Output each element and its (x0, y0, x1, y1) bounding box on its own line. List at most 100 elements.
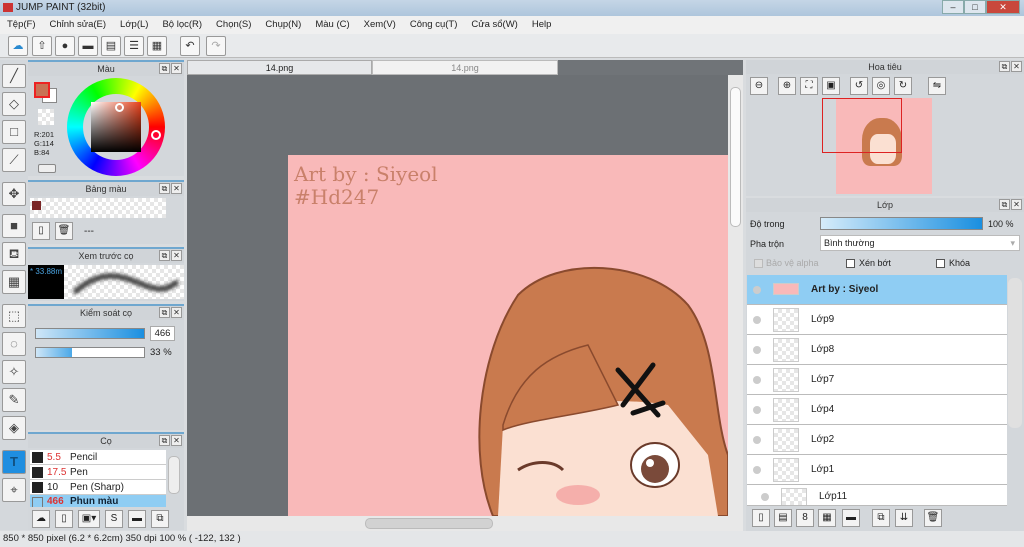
duplicate-icon[interactable]: ⧉ (151, 510, 169, 528)
comment-icon[interactable]: ▬ (78, 36, 98, 56)
tab-14-png[interactable]: 14.png (187, 60, 372, 75)
layer-row[interactable]: Lớp4 (747, 395, 1007, 425)
menu-layer[interactable]: Lớp(L) (113, 16, 155, 34)
visibility-icon[interactable] (753, 316, 761, 324)
brush-item-selected[interactable]: 466 Phun màu (30, 495, 166, 507)
brush-item[interactable]: 10 Pen (Sharp) (30, 480, 166, 495)
hue-cursor[interactable] (151, 130, 161, 140)
new-folder-icon[interactable]: ▬ (842, 509, 860, 527)
eraser-tool-icon[interactable]: ◇ (2, 92, 26, 116)
duplicate-layer-icon[interactable]: ⧉ (872, 509, 890, 527)
brush-list-scrollbar[interactable] (168, 456, 180, 494)
brush-opacity-slider[interactable] (35, 347, 145, 358)
menu-view[interactable]: Xem(V) (357, 16, 403, 34)
close-icon[interactable]: ✕ (1011, 61, 1022, 72)
undock-icon[interactable]: ⧉ (159, 435, 170, 446)
sv-cursor[interactable] (115, 103, 124, 112)
layer-row[interactable]: Lớp11 (747, 485, 1007, 506)
merge-layer-icon[interactable]: ⇊ (895, 509, 913, 527)
zoom-out-icon[interactable]: ⊖ (750, 77, 768, 95)
layer-row[interactable]: Lớp8 (747, 335, 1007, 365)
transparent-swatch[interactable] (38, 109, 54, 125)
palette-swatches[interactable] (30, 198, 166, 218)
lasso-tool-icon[interactable]: ◌ (2, 332, 26, 356)
artwork-canvas[interactable]: Art by : Siyeol #Hd247 (288, 155, 728, 516)
vertical-scrollbar[interactable] (728, 75, 743, 516)
menu-capture[interactable]: Chụp(N) (258, 16, 308, 34)
operation-tool-icon[interactable]: ⌖ (2, 478, 26, 502)
bucket-tool-icon[interactable]: ⛾ (2, 242, 26, 266)
visibility-icon[interactable] (761, 493, 769, 501)
undock-icon[interactable]: ⧉ (999, 199, 1010, 210)
new-swatch-icon[interactable]: ▯ (32, 222, 50, 240)
navigator-preview[interactable] (822, 98, 932, 194)
layer-list-scrollbar[interactable] (1008, 278, 1022, 428)
visibility-icon[interactable] (753, 376, 761, 384)
new-brush-icon[interactable]: ▯ (55, 510, 73, 528)
gradient-tool-icon[interactable]: ▦ (2, 270, 26, 294)
actual-size-icon[interactable]: ▣ (822, 77, 840, 95)
vertical-scroll-thumb[interactable] (730, 87, 741, 227)
menu-window[interactable]: Cửa sổ(W) (464, 16, 524, 34)
rotate-left-icon[interactable]: ↺ (850, 77, 868, 95)
maximize-button[interactable]: □ (964, 0, 986, 14)
layer-row[interactable]: Lớp9 (747, 305, 1007, 335)
close-icon[interactable]: ✕ (171, 307, 182, 318)
close-button[interactable]: ✕ (986, 0, 1020, 14)
foreground-color-swatch[interactable] (34, 82, 50, 98)
close-icon[interactable]: ✕ (171, 250, 182, 261)
select-eraser-tool-icon[interactable]: ◈ (2, 416, 26, 440)
select-rect-tool-icon[interactable]: ⬚ (2, 304, 26, 328)
undo-icon[interactable]: ↶ (180, 36, 200, 56)
cloud-download-icon[interactable]: ☁ (32, 510, 50, 528)
visibility-icon[interactable] (753, 286, 761, 294)
brush-type-dropdown-icon[interactable]: ▣▾ (78, 510, 100, 528)
lock-checkbox[interactable] (936, 259, 945, 268)
redo-icon[interactable]: ↷ (206, 36, 226, 56)
share-icon[interactable]: ⇧ (32, 36, 52, 56)
tab-14-png-2[interactable]: 14.png (372, 60, 558, 75)
select-pen-tool-icon[interactable]: ✎ (2, 388, 26, 412)
zoom-in-icon[interactable]: ⊕ (778, 77, 796, 95)
close-icon[interactable]: ✕ (171, 63, 182, 74)
palette-swatch[interactable] (32, 201, 41, 210)
line-tool-icon[interactable]: ⟋ (2, 148, 26, 172)
layer-row[interactable]: Lớp2 (747, 425, 1007, 455)
horizontal-scrollbar[interactable] (187, 516, 743, 531)
brush-size-input[interactable]: 466 (150, 326, 175, 341)
hue-wheel[interactable] (67, 78, 165, 176)
brush-item[interactable]: 5.5 Pencil (30, 450, 166, 465)
trash-icon[interactable]: 🗑 (55, 222, 73, 240)
magic-wand-tool-icon[interactable]: ✧ (2, 360, 26, 384)
document-icon[interactable]: ▤ (101, 36, 121, 56)
brush-tool-icon[interactable]: ╱ (2, 64, 26, 88)
delete-layer-icon[interactable]: 🗑 (924, 509, 942, 527)
rectangle-tool-icon[interactable]: □ (2, 120, 26, 144)
new-8bit-layer-icon[interactable]: 8 (796, 509, 814, 527)
fill-rect-tool-icon[interactable]: ■ (2, 214, 26, 238)
menu-file[interactable]: Tệp(F) (0, 16, 43, 34)
viewport-indicator[interactable] (822, 98, 902, 153)
visibility-icon[interactable] (753, 406, 761, 414)
menu-edit[interactable]: Chỉnh sửa(E) (43, 16, 114, 34)
undock-icon[interactable]: ⧉ (159, 183, 170, 194)
new-layer-icon[interactable]: ▯ (752, 509, 770, 527)
layer-row[interactable]: Lớp7 (747, 365, 1007, 395)
undock-icon[interactable]: ⧉ (159, 307, 170, 318)
visibility-icon[interactable] (753, 466, 761, 474)
text-tool-icon[interactable]: T (2, 450, 26, 474)
menu-select[interactable]: Chọn(S) (209, 16, 258, 34)
speech-bubble-icon[interactable]: ● (55, 36, 75, 56)
rotate-right-icon[interactable]: ↻ (894, 77, 912, 95)
close-icon[interactable]: ✕ (171, 435, 182, 446)
undock-icon[interactable]: ⧉ (159, 63, 170, 74)
layer-row-selected[interactable]: Art by : Siyeol (747, 275, 1007, 305)
visibility-icon[interactable] (753, 436, 761, 444)
layer-opacity-slider[interactable] (820, 217, 983, 230)
brush-settings-icon[interactable]: S (105, 510, 123, 528)
visibility-icon[interactable] (753, 346, 761, 354)
clipping-checkbox[interactable] (846, 259, 855, 268)
layer-row[interactable]: Lớp1 (747, 455, 1007, 485)
protect-alpha-checkbox[interactable] (754, 259, 763, 268)
new-halftone-layer-icon[interactable]: ▦ (818, 509, 836, 527)
